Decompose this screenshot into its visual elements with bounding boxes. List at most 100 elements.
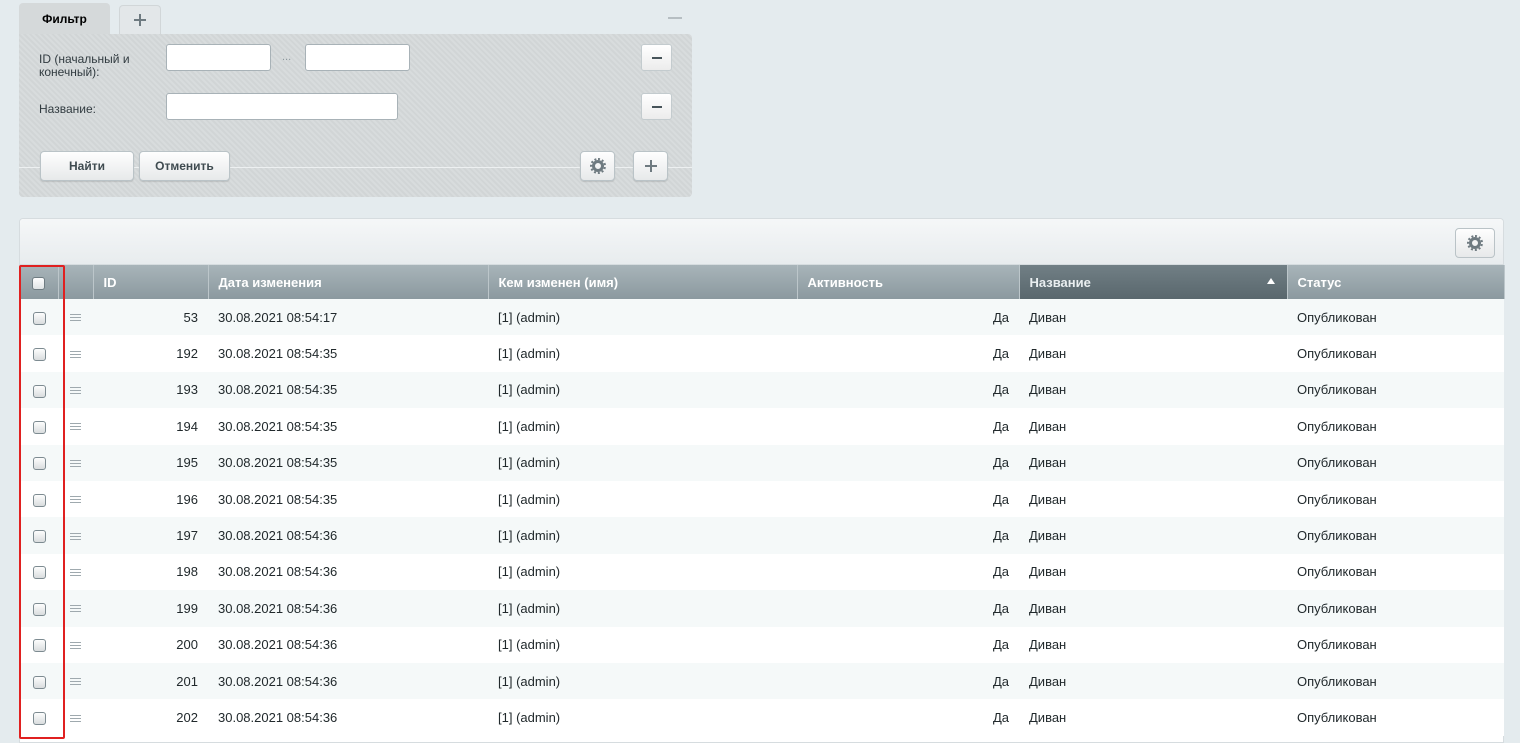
cell-modified-by: [1] (admin) <box>488 517 797 554</box>
grid-header-row: ID Дата изменения Кем изменен (имя) Акти… <box>20 265 1505 299</box>
row-checkbox[interactable] <box>32 420 46 434</box>
row-menu-icon[interactable] <box>70 568 81 577</box>
filter-tab[interactable]: Фильтр <box>19 3 110 34</box>
cell-modified-by: [1] (admin) <box>488 590 797 627</box>
row-actions-cell <box>58 553 93 591</box>
row-checkbox[interactable] <box>32 530 46 544</box>
actions-header <box>58 265 94 299</box>
cell-active: Да <box>797 517 1019 554</box>
row-select-cell <box>20 299 58 336</box>
cell-name: Диван <box>1019 444 1287 481</box>
cell-date: 30.08.2021 08:54:35 <box>208 371 488 409</box>
row-checkbox[interactable] <box>32 348 46 362</box>
table-row[interactable]: 195 30.08.2021 08:54:35 [1] (admin) Да Диван… <box>20 444 1504 481</box>
row-select-cell <box>20 626 58 663</box>
cell-date: 30.08.2021 08:54:36 <box>208 517 488 554</box>
name-input[interactable] <box>166 93 398 120</box>
row-checkbox[interactable] <box>32 311 46 325</box>
row-checkbox[interactable] <box>32 675 46 689</box>
cancel-button[interactable]: Отменить <box>139 151 230 181</box>
table-row[interactable]: 197 30.08.2021 08:54:36 [1] (admin) Да Диван… <box>20 517 1504 554</box>
row-menu-icon[interactable] <box>70 387 81 395</box>
row-checkbox[interactable] <box>32 566 46 580</box>
cell-active: Да <box>797 371 1019 409</box>
cell-name: Диван <box>1019 335 1287 372</box>
table-row[interactable]: 192 30.08.2021 08:54:35 [1] (admin) Да Диван… <box>20 335 1504 372</box>
row-checkbox[interactable] <box>32 712 46 726</box>
cell-date: 30.08.2021 08:54:35 <box>208 408 488 445</box>
row-actions-cell <box>58 517 93 554</box>
table-row[interactable]: 53 30.08.2021 08:54:17 [1] (admin) Да Диван О… <box>20 299 1504 336</box>
cell-date: 30.08.2021 08:54:17 <box>208 299 488 336</box>
row-checkbox[interactable] <box>32 493 46 507</box>
filter-settings-button[interactable] <box>580 151 615 181</box>
cell-name: Диван <box>1019 517 1287 554</box>
row-actions-cell <box>58 371 93 409</box>
id-to-input[interactable] <box>305 44 410 71</box>
plus-icon <box>134 14 146 26</box>
cell-date: 30.08.2021 08:54:35 <box>208 480 488 518</box>
row-checkbox[interactable] <box>32 457 46 471</box>
row-menu-icon[interactable] <box>70 423 81 431</box>
column-header-name[interactable]: Название <box>1019 265 1288 299</box>
select-all-checkbox[interactable] <box>32 276 46 290</box>
column-header-status[interactable]: Статус <box>1287 265 1505 299</box>
cell-active: Да <box>797 335 1019 372</box>
collapse-filter-icon[interactable] <box>668 17 682 19</box>
cell-modified-by: [1] (admin) <box>488 662 797 700</box>
table-row[interactable]: 193 30.08.2021 08:54:35 [1] (admin) Да Диван… <box>20 371 1504 409</box>
grid-toolbar <box>20 219 1503 265</box>
cell-status: Опубликован <box>1287 335 1504 372</box>
plus-icon <box>644 160 657 172</box>
cell-status: Опубликован <box>1287 444 1504 481</box>
row-menu-icon[interactable] <box>70 350 81 359</box>
remove-id-field-button[interactable] <box>641 44 672 71</box>
row-menu-icon[interactable] <box>70 714 81 723</box>
table-row[interactable]: 200 30.08.2021 08:54:36 [1] (admin) Да Диван… <box>20 626 1504 663</box>
grid-settings-button[interactable] <box>1455 228 1495 258</box>
cell-id: 199 <box>93 590 208 627</box>
cell-date: 30.08.2021 08:54:35 <box>208 444 488 481</box>
column-header-active[interactable]: Активность <box>797 265 1020 299</box>
row-menu-icon[interactable] <box>70 678 81 686</box>
table-row[interactable]: 196 30.08.2021 08:54:35 [1] (admin) Да Диван… <box>20 480 1504 518</box>
table-row[interactable]: 201 30.08.2021 08:54:36 [1] (admin) Да Диван… <box>20 662 1504 700</box>
column-header-modified-by[interactable]: Кем изменен (имя) <box>488 265 798 299</box>
row-menu-icon[interactable] <box>70 314 81 322</box>
id-from-input[interactable] <box>166 44 271 71</box>
cell-active: Да <box>797 299 1019 336</box>
table-row[interactable]: 198 30.08.2021 08:54:36 [1] (admin) Да Диван… <box>20 553 1504 591</box>
cell-id: 197 <box>93 517 208 554</box>
row-menu-icon[interactable] <box>70 496 81 504</box>
cell-name: Диван <box>1019 408 1287 445</box>
remove-name-field-button[interactable] <box>641 93 672 120</box>
cell-modified-by: [1] (admin) <box>488 480 797 518</box>
add-filter-field-button[interactable] <box>633 151 668 181</box>
cell-name: Диван <box>1019 480 1287 518</box>
row-menu-icon[interactable] <box>70 459 81 468</box>
column-header-id[interactable]: ID <box>93 265 209 299</box>
row-actions-cell <box>58 626 93 663</box>
row-actions-cell <box>58 480 93 518</box>
column-header-date[interactable]: Дата изменения <box>208 265 489 299</box>
cell-id: 53 <box>93 299 208 336</box>
cell-active: Да <box>797 699 1019 736</box>
table-row[interactable]: 199 30.08.2021 08:54:36 [1] (admin) Да Диван… <box>20 590 1504 627</box>
gear-icon <box>589 158 606 174</box>
filter-tabs: Фильтр <box>19 0 692 34</box>
row-checkbox[interactable] <box>32 384 46 398</box>
data-grid: ID Дата изменения Кем изменен (имя) Акти… <box>19 218 1505 743</box>
row-menu-icon[interactable] <box>70 641 81 650</box>
row-menu-icon[interactable] <box>70 532 81 541</box>
row-select-cell <box>20 371 58 409</box>
row-checkbox[interactable] <box>32 639 46 653</box>
row-checkbox[interactable] <box>32 602 46 616</box>
add-filter-tab-button[interactable] <box>119 5 161 34</box>
cell-modified-by: [1] (admin) <box>488 444 797 481</box>
table-row[interactable]: 202 30.08.2021 08:54:36 [1] (admin) Да Диван… <box>20 699 1504 736</box>
row-select-cell <box>20 408 58 445</box>
table-row[interactable]: 194 30.08.2021 08:54:35 [1] (admin) Да Диван… <box>20 408 1504 445</box>
cell-status: Опубликован <box>1287 480 1504 518</box>
find-button[interactable]: Найти <box>40 151 134 181</box>
row-menu-icon[interactable] <box>70 605 81 613</box>
